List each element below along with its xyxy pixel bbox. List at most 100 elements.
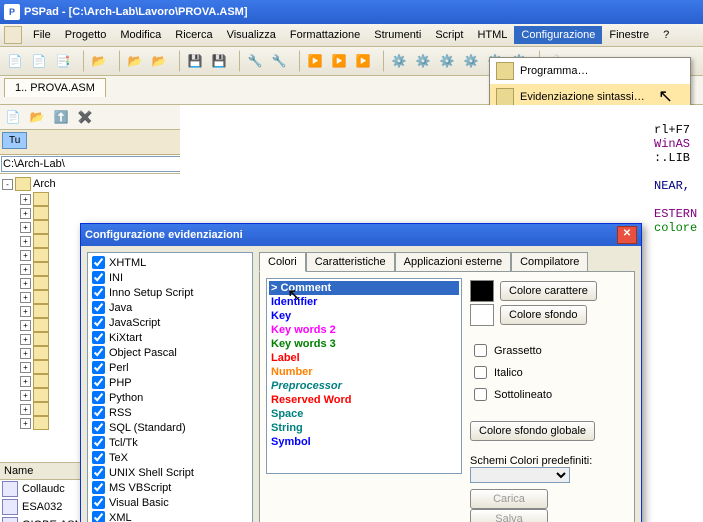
lang-checkbox[interactable] [92,436,105,449]
tree-node[interactable]: + [2,206,178,220]
lang-checkbox[interactable] [92,421,105,434]
save2-icon[interactable]: 💾 [208,50,230,72]
token-item[interactable]: Label [269,351,459,365]
misc2-icon[interactable]: ⚙️ [412,50,434,72]
lang-item[interactable]: Python [90,390,250,405]
run3-icon[interactable]: ▶️ [352,50,374,72]
misc-icon[interactable]: ⚙️ [388,50,410,72]
tool-icon[interactable]: 🔧 [244,50,266,72]
misc4-icon[interactable]: ⚙️ [460,50,482,72]
dialog-tab[interactable]: Compilatore [511,252,588,271]
tree-node[interactable]: - Arch [2,176,178,192]
token-item[interactable]: Reserved Word [269,393,459,407]
token-item[interactable]: Identifier [269,295,459,309]
lang-checkbox[interactable] [92,316,105,329]
lang-item[interactable]: KiXtart [90,330,250,345]
menu-progetto[interactable]: Progetto [58,26,114,44]
menu-ricerca[interactable]: Ricerca [168,26,219,44]
lang-checkbox[interactable] [92,361,105,374]
dialog-tab[interactable]: Colori [259,252,306,272]
mini-open-icon[interactable]: 📂 [26,106,48,128]
lang-checkbox[interactable] [92,406,105,419]
mini-up-icon[interactable]: ⬆️ [50,106,72,128]
underline-checkbox[interactable] [474,388,487,401]
dialog-tab[interactable]: Caratteristiche [306,252,395,271]
token-item[interactable]: Key words 2 [269,323,459,337]
lang-item[interactable]: SQL (Standard) [90,420,250,435]
lang-item[interactable]: UNIX Shell Script [90,465,250,480]
lang-checkbox[interactable] [92,301,105,314]
menu-script[interactable]: Script [428,26,470,44]
lang-item[interactable]: RSS [90,405,250,420]
menu-?[interactable]: ? [656,26,676,44]
misc3-icon[interactable]: ⚙️ [436,50,458,72]
lang-checkbox[interactable] [92,286,105,299]
run-icon[interactable]: ▶️ [304,50,326,72]
new3-icon[interactable]: 📑 [52,50,74,72]
menu-html[interactable]: HTML [470,26,514,44]
token-item[interactable]: Symbol [269,435,459,449]
menu-visualizza[interactable]: Visualizza [220,26,283,44]
italic-checkbox[interactable] [474,366,487,379]
mini-x-icon[interactable]: ✖️ [74,106,96,128]
lang-item[interactable]: XML [90,510,250,522]
menu-file[interactable]: File [26,26,58,44]
load-button[interactable]: Carica [470,489,548,509]
tool2-icon[interactable]: 🔧 [268,50,290,72]
token-item[interactable]: Key words 3 [269,337,459,351]
lang-item[interactable]: Inno Setup Script [90,285,250,300]
menu-formattazione[interactable]: Formattazione [283,26,367,44]
menu-strumenti[interactable]: Strumenti [367,26,428,44]
lang-checkbox[interactable] [92,271,105,284]
scheme-select[interactable] [470,467,570,483]
lang-checkbox[interactable] [92,391,105,404]
run2-icon[interactable]: ▶️ [328,50,350,72]
new2-icon[interactable]: 📄 [28,50,50,72]
bg-color-button[interactable]: Colore sfondo [500,305,587,325]
lang-checkbox[interactable] [92,256,105,269]
lang-item[interactable]: TeX [90,450,250,465]
menu-modifica[interactable]: Modifica [113,26,168,44]
lang-checkbox[interactable] [92,466,105,479]
lang-item[interactable]: Visual Basic [90,495,250,510]
lang-item[interactable]: Object Pascal [90,345,250,360]
new-icon[interactable]: 📄 [4,50,26,72]
language-list[interactable]: XHTMLINIInno Setup ScriptJavaJavaScriptK… [87,252,253,522]
lang-checkbox[interactable] [92,511,105,522]
bold-checkbox[interactable] [474,344,487,357]
lang-item[interactable]: INI [90,270,250,285]
lang-item[interactable]: XHTML [90,255,250,270]
lang-checkbox[interactable] [92,376,105,389]
dialog-tab[interactable]: Applicazioni esterne [395,252,511,271]
dialog-titlebar[interactable]: Configurazione evidenziazioni ✕ [81,224,641,246]
lang-checkbox[interactable] [92,496,105,509]
lang-item[interactable]: Tcl/Tk [90,435,250,450]
open3-icon[interactable]: 📂 [148,50,170,72]
token-item[interactable]: > Comment [269,281,459,295]
tree-node[interactable]: + [2,192,178,206]
char-color-button[interactable]: Colore carattere [500,281,597,301]
global-bg-button[interactable]: Colore sfondo globale [470,421,595,441]
lang-checkbox[interactable] [92,331,105,344]
save-icon[interactable]: 💾 [184,50,206,72]
lang-item[interactable]: JavaScript [90,315,250,330]
lang-checkbox[interactable] [92,481,105,494]
token-item[interactable]: Space [269,407,459,421]
lang-checkbox[interactable] [92,451,105,464]
token-item[interactable]: Number [269,365,459,379]
dropdown-item[interactable]: Programma… [490,58,690,84]
token-item[interactable]: String [269,421,459,435]
token-list[interactable]: > CommentIdentifierKeyKey words 2Key wor… [266,278,462,474]
path-input[interactable] [1,156,183,172]
save-button[interactable]: Salva [470,509,548,522]
open2-icon[interactable]: 📂 [124,50,146,72]
lang-item[interactable]: PHP [90,375,250,390]
mini-new-icon[interactable]: 📄 [2,106,24,128]
lang-item[interactable]: Perl [90,360,250,375]
sidebar-tab[interactable]: Tu [2,132,27,149]
menu-finestre[interactable]: Finestre [602,26,656,44]
file-tab[interactable]: 1.. PROVA.ASM [4,78,106,97]
close-icon[interactable]: ✕ [617,226,637,244]
lang-item[interactable]: MS VBScript [90,480,250,495]
lang-checkbox[interactable] [92,346,105,359]
